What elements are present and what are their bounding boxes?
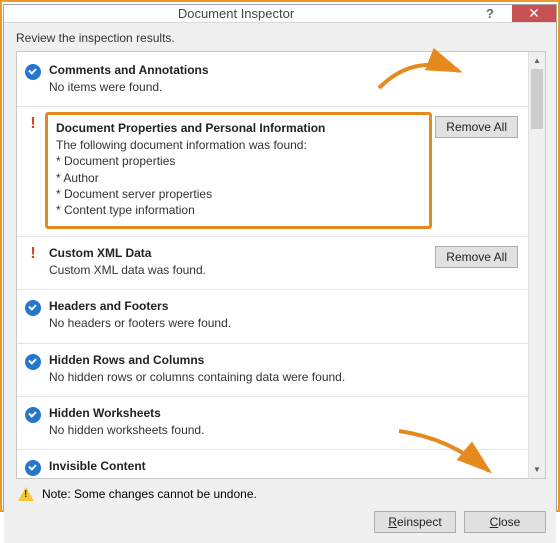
note-text: Note: Some changes cannot be undone. [42, 487, 257, 501]
scrollbar[interactable]: ▲ ▼ [528, 52, 545, 478]
result-item-desc: Custom XML data was found. [49, 262, 432, 278]
close-button[interactable]: Close [464, 511, 546, 533]
result-item-title: Hidden Worksheets [49, 406, 432, 420]
result-item: Custom XML Data Custom XML data was found… [17, 237, 528, 290]
remove-all-button[interactable]: Remove All [435, 246, 518, 268]
titlebar: Document Inspector ? ✕ [4, 5, 556, 23]
scroll-thumb[interactable] [531, 69, 543, 129]
help-button[interactable]: ? [468, 5, 512, 22]
exclamation-icon [25, 117, 41, 133]
results-list: Comments and Annotations No items were fo… [17, 52, 528, 478]
result-item: Headers and Footers No headers or footers… [17, 290, 528, 343]
result-item-desc: No hidden rows or columns containing dat… [49, 369, 432, 385]
result-item-desc: No items were found. [49, 79, 432, 95]
check-circle-icon [25, 354, 41, 370]
result-item-title: Hidden Rows and Columns [49, 353, 432, 367]
check-circle-icon [25, 64, 41, 80]
note-row: Note: Some changes cannot be undone. [16, 479, 546, 511]
document-inspector-dialog: Document Inspector ? ✕ Review the inspec… [3, 4, 557, 510]
results-scroll-area: Comments and Annotations No items were fo… [16, 51, 546, 479]
result-item-action: Remove All [432, 116, 518, 138]
window-title: Document Inspector [4, 5, 468, 22]
result-item-inner: Comments and Annotations No items were fo… [49, 63, 432, 95]
scroll-up-arrow[interactable]: ▲ [529, 52, 545, 69]
result-item-desc: No hidden worksheets found. [49, 422, 432, 438]
result-item-title: Document Properties and Personal Informa… [56, 121, 421, 135]
result-item: Document Properties and Personal Informa… [17, 107, 528, 237]
check-circle-icon [25, 407, 41, 423]
result-item-title: Invisible Content [49, 459, 432, 473]
result-item-inner: Hidden Rows and Columns No hidden rows or… [49, 353, 432, 385]
result-item-inner: Hidden Worksheets No hidden worksheets fo… [49, 406, 432, 438]
close-window-button[interactable]: ✕ [512, 5, 556, 22]
reinspect-button[interactable]: Reinspect [374, 511, 456, 533]
result-item-desc: The following document information was f… [56, 137, 421, 218]
warning-triangle-icon [18, 487, 34, 501]
result-item-inner: Custom XML Data Custom XML data was found… [49, 246, 432, 278]
check-circle-icon [25, 300, 41, 316]
result-item: Hidden Rows and Columns No hidden rows or… [17, 344, 528, 397]
footer-buttons: Reinspect Close [16, 511, 546, 533]
review-label: Review the inspection results. [16, 31, 546, 45]
result-item-title: Headers and Footers [49, 299, 432, 313]
exclamation-icon [25, 247, 41, 263]
highlighted-section: Document Properties and Personal Informa… [45, 112, 432, 229]
screenshot-frame: Document Inspector ? ✕ Review the inspec… [0, 0, 560, 512]
result-item-body: Document Properties and Personal Informa… [49, 116, 432, 225]
result-item: Hidden Worksheets No hidden worksheets fo… [17, 397, 528, 450]
result-item-body: Headers and Footers No headers or footers… [49, 299, 432, 331]
result-item-desc: No headers or footers were found. [49, 315, 432, 331]
result-item-body: Comments and Annotations No items were fo… [49, 63, 432, 95]
result-item-body: Custom XML Data Custom XML data was found… [49, 246, 432, 278]
result-item-action: Remove All [432, 246, 518, 268]
result-item: Invisible Content [17, 450, 528, 476]
check-circle-icon [25, 460, 41, 476]
result-item-inner: Invisible Content [49, 459, 432, 473]
result-item-body: Hidden Worksheets No hidden worksheets fo… [49, 406, 432, 438]
scroll-down-arrow[interactable]: ▼ [529, 461, 545, 478]
result-item-title: Custom XML Data [49, 246, 432, 260]
result-item-inner: Headers and Footers No headers or footers… [49, 299, 432, 331]
dialog-body: Review the inspection results. Comments … [4, 23, 556, 543]
remove-all-button[interactable]: Remove All [435, 116, 518, 138]
result-item-title: Comments and Annotations [49, 63, 432, 77]
result-item-body: Invisible Content [49, 459, 432, 475]
result-item-body: Hidden Rows and Columns No hidden rows or… [49, 353, 432, 385]
result-item: Comments and Annotations No items were fo… [17, 54, 528, 107]
